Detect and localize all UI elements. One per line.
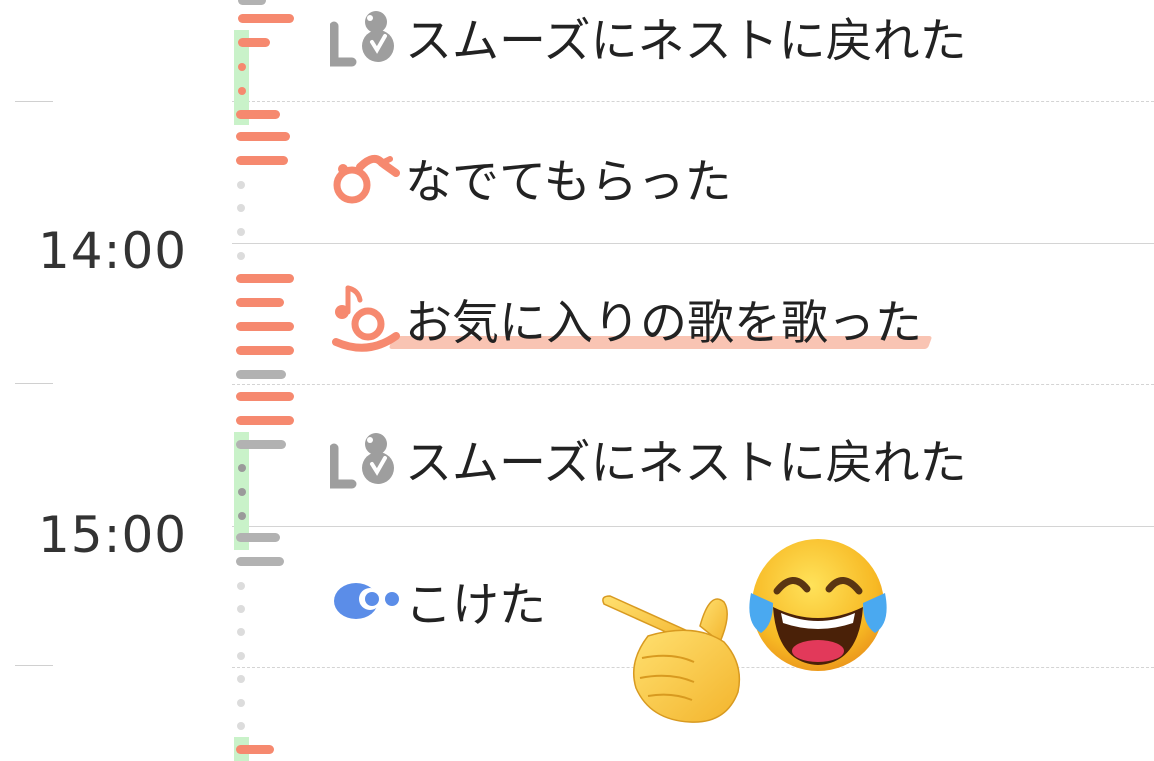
pointing-left-hand-emoji <box>598 592 758 731</box>
activity-bar <box>236 322 294 331</box>
hour-tick <box>15 665 53 666</box>
row-separator <box>232 101 1154 102</box>
event-row[interactable]: こけた <box>330 560 546 640</box>
activity-dot <box>238 464 246 472</box>
activity-dot <box>237 628 245 636</box>
time-label-15: 15:00 <box>38 506 188 564</box>
event-text: こけた <box>405 577 546 633</box>
activity-dot <box>238 512 246 520</box>
row-separator <box>232 526 1154 527</box>
activity-bar <box>236 533 280 542</box>
activity-bar <box>236 370 286 379</box>
activity-bar <box>236 416 294 425</box>
activity-dot <box>237 722 245 730</box>
event-text: スムーズにネストに戻れた <box>405 435 967 491</box>
time-label-14: 14:00 <box>38 222 188 280</box>
row-separator <box>232 384 1154 385</box>
event-text-label: お気に入りの歌を歌った <box>405 295 922 351</box>
event-row[interactable]: スムーズにネストに戻れた <box>330 418 967 498</box>
activity-dot <box>237 605 245 613</box>
event-row[interactable]: お気に入りの歌を歌った <box>330 278 933 358</box>
activity-bar <box>236 110 280 119</box>
nest-return-icon <box>330 423 405 493</box>
activity-dot <box>238 87 246 95</box>
activity-dot <box>237 582 245 590</box>
activity-dot <box>237 181 245 189</box>
activity-bar <box>238 38 270 47</box>
activity-dot <box>237 652 245 660</box>
hour-tick <box>15 383 53 384</box>
event-text: スムーズにネストに戻れた <box>405 13 967 69</box>
event-row[interactable]: スムーズにネストに戻れた <box>330 0 967 76</box>
activity-dot <box>237 675 245 683</box>
activity-bar <box>236 156 288 165</box>
activity-dot <box>237 228 245 236</box>
activity-bar <box>238 14 294 23</box>
activity-dot <box>237 699 245 707</box>
activity-bar <box>236 557 284 566</box>
petting-hand-icon <box>330 142 405 212</box>
activity-dot <box>238 63 246 71</box>
fall-cloud-icon <box>330 565 405 635</box>
activity-bar <box>236 392 294 401</box>
row-separator <box>232 243 1154 244</box>
activity-bar <box>236 274 294 283</box>
event-text: お気に入りの歌を歌った <box>388 284 933 353</box>
activity-dot <box>237 204 245 212</box>
activity-bar <box>236 132 290 141</box>
activity-dot <box>238 488 246 496</box>
activity-bar <box>236 440 286 449</box>
activity-bar <box>236 298 284 307</box>
singing-bird-icon <box>330 283 405 353</box>
event-text: なでてもらった <box>405 154 732 210</box>
event-row[interactable]: なでてもらった <box>330 137 732 217</box>
activity-bar <box>236 745 274 754</box>
nest-return-icon <box>330 1 405 71</box>
activity-bar <box>238 0 266 5</box>
activity-bar <box>236 346 294 355</box>
tears-of-joy-emoji <box>743 533 893 682</box>
hour-tick <box>15 101 53 102</box>
activity-dot <box>237 252 245 260</box>
